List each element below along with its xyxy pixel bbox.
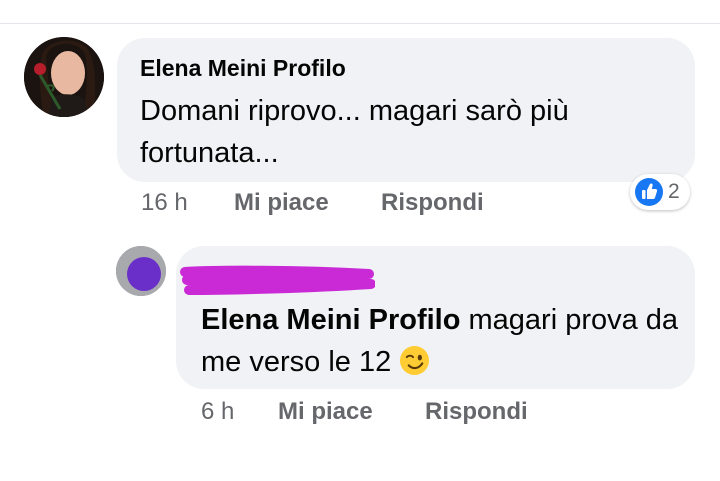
reply-button[interactable]: Rispondi — [381, 189, 484, 217]
winking-face-emoji — [400, 345, 430, 376]
thumbs-up-icon — [635, 178, 663, 206]
comment-timestamp[interactable]: 16 h — [141, 189, 188, 217]
comment-text: Elena Meini Profilo magari prova da me v… — [201, 299, 681, 383]
redacted-author-name — [180, 265, 375, 295]
reply-button[interactable]: Rispondi — [425, 398, 528, 426]
like-button[interactable]: Mi piace — [234, 189, 329, 217]
profile-photo-icon — [116, 246, 166, 296]
top-divider — [0, 23, 720, 24]
like-button[interactable]: Mi piace — [278, 398, 373, 426]
avatar[interactable] — [116, 246, 166, 296]
comment-timestamp[interactable]: 6 h — [201, 398, 234, 426]
comment-bubble: Elena Meini Profilo Domani riprovo... ma… — [117, 38, 695, 182]
reaction-count: 2 — [668, 180, 680, 203]
avatar[interactable] — [24, 37, 104, 117]
reaction-summary[interactable]: 2 — [630, 174, 690, 210]
profile-photo-icon — [24, 37, 104, 117]
mention-link[interactable]: Elena Meini Profilo — [201, 304, 460, 336]
comment-author[interactable]: Elena Meini Profilo — [140, 55, 346, 82]
comment-text: Domani riprovo... magari sarò più fortun… — [140, 95, 569, 169]
